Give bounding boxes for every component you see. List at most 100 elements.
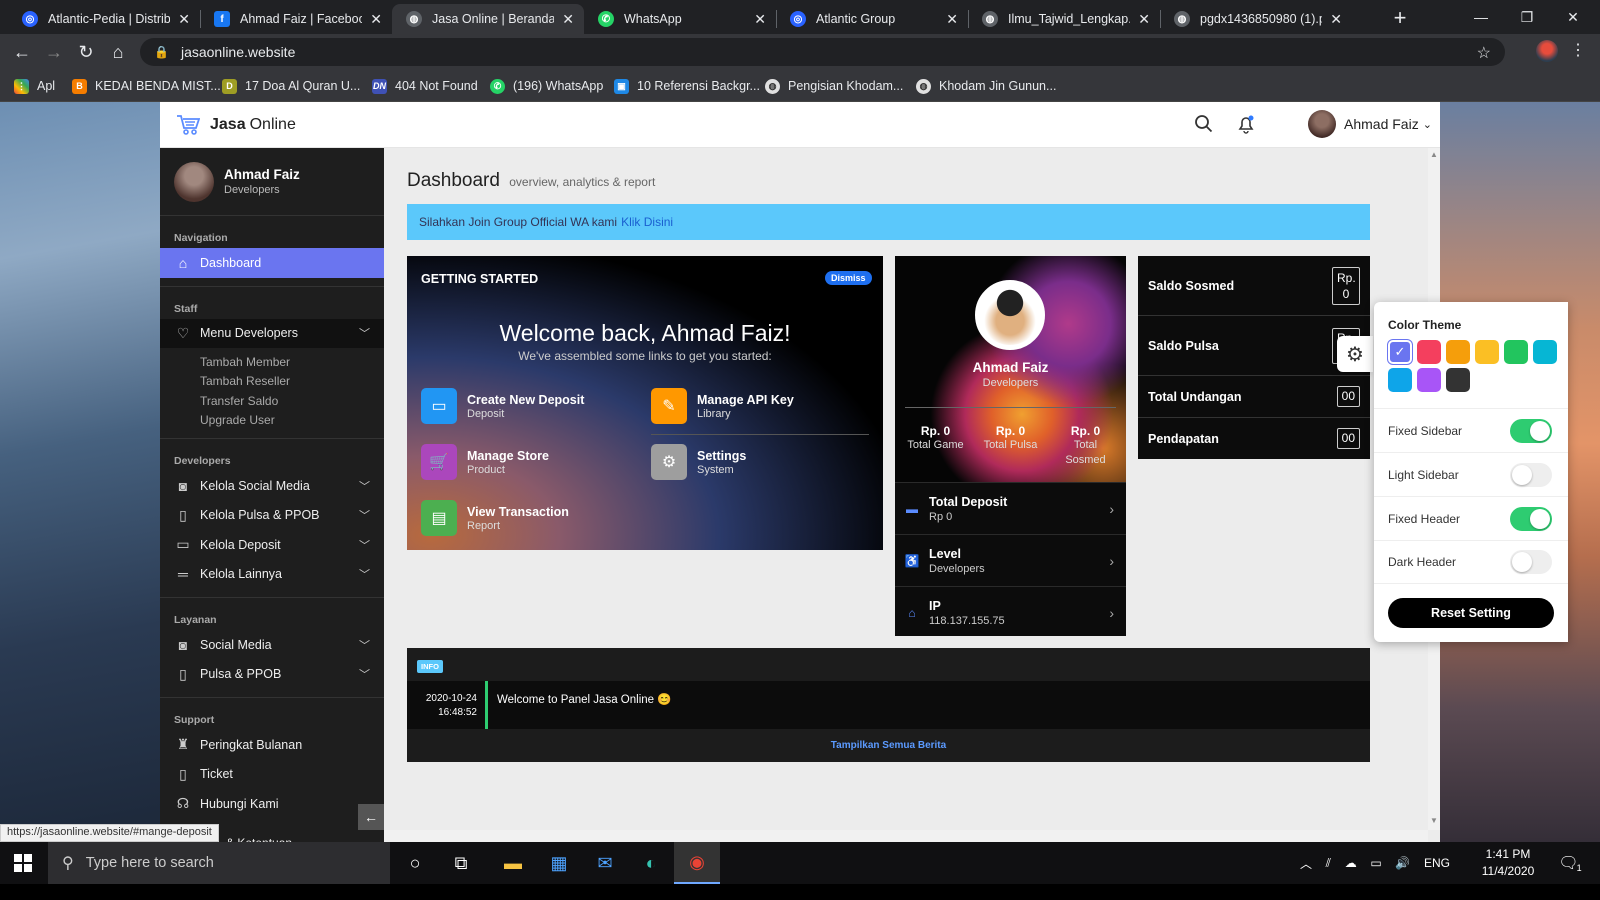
horizontal-scrollbar[interactable]	[384, 830, 1428, 842]
close-icon[interactable]: ✕	[1330, 11, 1342, 28]
bookmark-pengisian[interactable]: ◍ Pengisian Khodam...	[765, 70, 903, 102]
site-brand[interactable]: Jasa Online	[176, 114, 296, 136]
close-icon[interactable]: ✕	[1138, 11, 1150, 28]
swatch-green[interactable]	[1504, 340, 1528, 364]
bookmark-whatsapp[interactable]: ✆ (196) WhatsApp	[490, 70, 603, 102]
create-deposit-link[interactable]: ▭ Create New Deposit Deposit	[421, 388, 584, 424]
cortana-circle-icon[interactable]: ○	[392, 842, 438, 884]
manage-store-link[interactable]: 🛒 Manage Store Product	[421, 444, 549, 480]
taskbar-search-box[interactable]: ⚲ Type here to search	[48, 842, 390, 884]
close-window-icon[interactable]: ✕	[1550, 0, 1596, 34]
sidebar-item-dashboard[interactable]: ⌂ Dashboard	[160, 248, 384, 278]
chrome-icon[interactable]: ◉	[674, 842, 720, 884]
scroll-up-icon[interactable]: ▲	[1428, 150, 1440, 162]
menu-kebab-icon[interactable]: ⋮	[1568, 40, 1588, 60]
taskbar-clock[interactable]: 1:41 PM 11/4/2020	[1478, 846, 1538, 880]
swatch-red[interactable]	[1417, 340, 1441, 364]
windows-start-icon[interactable]	[0, 842, 46, 884]
bookmark-khodam[interactable]: ◍ Khodam Jin Gunun...	[916, 70, 1056, 102]
sidebar-item-menu-developers[interactable]: ♡ Menu Developers ﹀	[160, 318, 384, 348]
sidebar-subitem-transfer-saldo[interactable]: Transfer Saldo	[160, 391, 384, 411]
cloud-icon[interactable]: ☁	[1345, 856, 1357, 870]
sidebar-subitem-tambah-reseller[interactable]: Tambah Reseller	[160, 372, 384, 392]
search-icon[interactable]	[1194, 114, 1214, 139]
bookmark-star-icon[interactable]: ☆	[1477, 43, 1491, 63]
scroll-down-icon[interactable]: ▼	[1428, 816, 1440, 828]
home-icon[interactable]: ⌂	[102, 34, 134, 70]
back-arrow-icon[interactable]: ←	[6, 34, 38, 70]
tab-facebook[interactable]: f Ahmad Faiz | Facebook ✕	[200, 4, 392, 34]
tab-jasa-online[interactable]: ◍ Jasa Online | Beranda ✕	[392, 4, 584, 34]
task-view-icon[interactable]: ⧉	[438, 842, 484, 884]
tab-whatsapp[interactable]: ✆ WhatsApp ✕	[584, 4, 776, 34]
address-bar[interactable]: 🔒 jasaonline.website ☆	[140, 38, 1505, 66]
fixed-sidebar-toggle[interactable]	[1510, 418, 1552, 443]
tab-ilmu-tajwid[interactable]: ◍ Ilmu_Tajwid_Lengkap.pdf ✕	[968, 4, 1160, 34]
tab-atlantic-pedia[interactable]: ◎ Atlantic-Pedia | Distributo ✕	[8, 4, 200, 34]
bookmark-kedai[interactable]: B KEDAI BENDA MIST...	[72, 70, 221, 102]
network-icon[interactable]: ⫽	[1326, 856, 1331, 871]
close-icon[interactable]: ✕	[370, 11, 382, 28]
swatch-violet[interactable]	[1417, 368, 1441, 392]
swatch-dark[interactable]	[1446, 368, 1470, 392]
sidebar-item-hubungi-kami[interactable]: ☊ Hubungi Kami	[160, 789, 384, 819]
sidebar-item-peringkat-bulanan[interactable]: ♜ Peringkat Bulanan	[160, 730, 384, 760]
swatch-cyan[interactable]	[1533, 340, 1557, 364]
theme-settings-gear-icon[interactable]: ⚙	[1337, 336, 1373, 372]
bookmark-apl[interactable]: ⋮ Apl	[14, 70, 55, 102]
reload-icon[interactable]: ↻	[70, 34, 102, 70]
close-icon[interactable]: ✕	[178, 11, 190, 28]
tab-atlantic-group[interactable]: ◎ Atlantic Group ✕	[776, 4, 968, 34]
show-all-news-link[interactable]: Tampilkan Semua Berita	[407, 729, 1370, 762]
manage-api-key-link[interactable]: ✎ Manage API Key Library	[651, 388, 794, 424]
swatch-orange[interactable]	[1446, 340, 1470, 364]
store-icon[interactable]: ▦	[536, 842, 582, 884]
reset-setting-button[interactable]: Reset Setting	[1388, 598, 1554, 628]
forward-arrow-icon[interactable]: →	[38, 34, 70, 70]
battery-icon[interactable]: ▭	[1370, 856, 1381, 870]
sidebar-profile[interactable]: Ahmad Faiz Developers	[160, 148, 384, 216]
sidebar-item-pulsa-ppob[interactable]: ▯ Pulsa & PPOB ﹀	[160, 660, 384, 690]
bookmark-404[interactable]: DN 404 Not Found	[372, 70, 478, 102]
light-sidebar-toggle[interactable]	[1510, 462, 1552, 487]
dismiss-button[interactable]: Dismiss	[825, 271, 872, 285]
mail-icon[interactable]: ✉	[582, 842, 628, 884]
view-transaction-link[interactable]: ▤ View Transaction Report	[421, 500, 569, 536]
join-group-link[interactable]: Klik Disini	[621, 215, 673, 229]
chevron-up-icon[interactable]: ︿	[1300, 855, 1312, 872]
sidebar-item-ticket[interactable]: ▯ Ticket	[160, 760, 384, 790]
new-tab-button[interactable]: +	[1386, 4, 1414, 32]
volume-icon[interactable]: 🔊	[1395, 856, 1410, 870]
edge-icon[interactable]: ◐	[628, 842, 674, 884]
settings-link[interactable]: ⚙ Settings System	[651, 444, 746, 480]
sidebar-subitem-tambah-member[interactable]: Tambah Member	[160, 352, 384, 372]
swatch-blue[interactable]	[1388, 368, 1412, 392]
dark-header-toggle[interactable]	[1510, 550, 1552, 574]
header-user-menu[interactable]: Ahmad Faiz ⌄	[1308, 110, 1432, 138]
total-deposit-row[interactable]: ▬ Total Deposit Rp 0 ›	[895, 482, 1126, 534]
bell-icon[interactable]	[1236, 114, 1256, 139]
bookmark-17-doa[interactable]: D 17 Doa Al Quran U...	[222, 70, 360, 102]
sidebar-item-kelola-pulsa[interactable]: ▯ Kelola Pulsa & PPOB ﹀	[160, 501, 384, 531]
sidebar-item-kelola-lainnya[interactable]: ═ Kelola Lainnya ﹀	[160, 560, 384, 590]
sidebar-item-social-media[interactable]: ◙ Social Media ﹀	[160, 630, 384, 660]
minimize-icon[interactable]: —	[1458, 0, 1504, 34]
close-icon[interactable]: ✕	[754, 11, 766, 28]
file-explorer-icon[interactable]: ▬	[490, 842, 536, 884]
level-row[interactable]: ♿ Level Developers ›	[895, 534, 1126, 586]
language-indicator[interactable]: ENG	[1424, 856, 1450, 870]
tab-pgdx-pdf[interactable]: ◍ pgdx1436850980 (1).pdf ✕	[1160, 4, 1352, 34]
ip-row[interactable]: ⌂ IP 118.137.155.75 ›	[895, 586, 1126, 636]
sidebar-item-kelola-social-media[interactable]: ◙ Kelola Social Media ﹀	[160, 471, 384, 501]
bookmark-referensi[interactable]: ▣ 10 Referensi Backgr...	[614, 70, 760, 102]
notification-center-icon[interactable]: 🗨 1	[1552, 842, 1588, 884]
restore-icon[interactable]: ❐	[1504, 0, 1550, 34]
close-icon[interactable]: ✕	[946, 11, 958, 28]
fixed-header-toggle[interactable]	[1510, 506, 1552, 531]
sidebar-subitem-upgrade-user[interactable]: Upgrade User	[160, 411, 384, 431]
sidebar-item-kelola-deposit[interactable]: ▭ Kelola Deposit ﹀	[160, 530, 384, 560]
close-icon[interactable]: ✕	[562, 11, 574, 28]
collapse-sidebar-arrow-icon[interactable]: ←	[358, 804, 384, 830]
swatch-purple-selected[interactable]: ✓	[1388, 340, 1412, 364]
swatch-yellow[interactable]	[1475, 340, 1499, 364]
